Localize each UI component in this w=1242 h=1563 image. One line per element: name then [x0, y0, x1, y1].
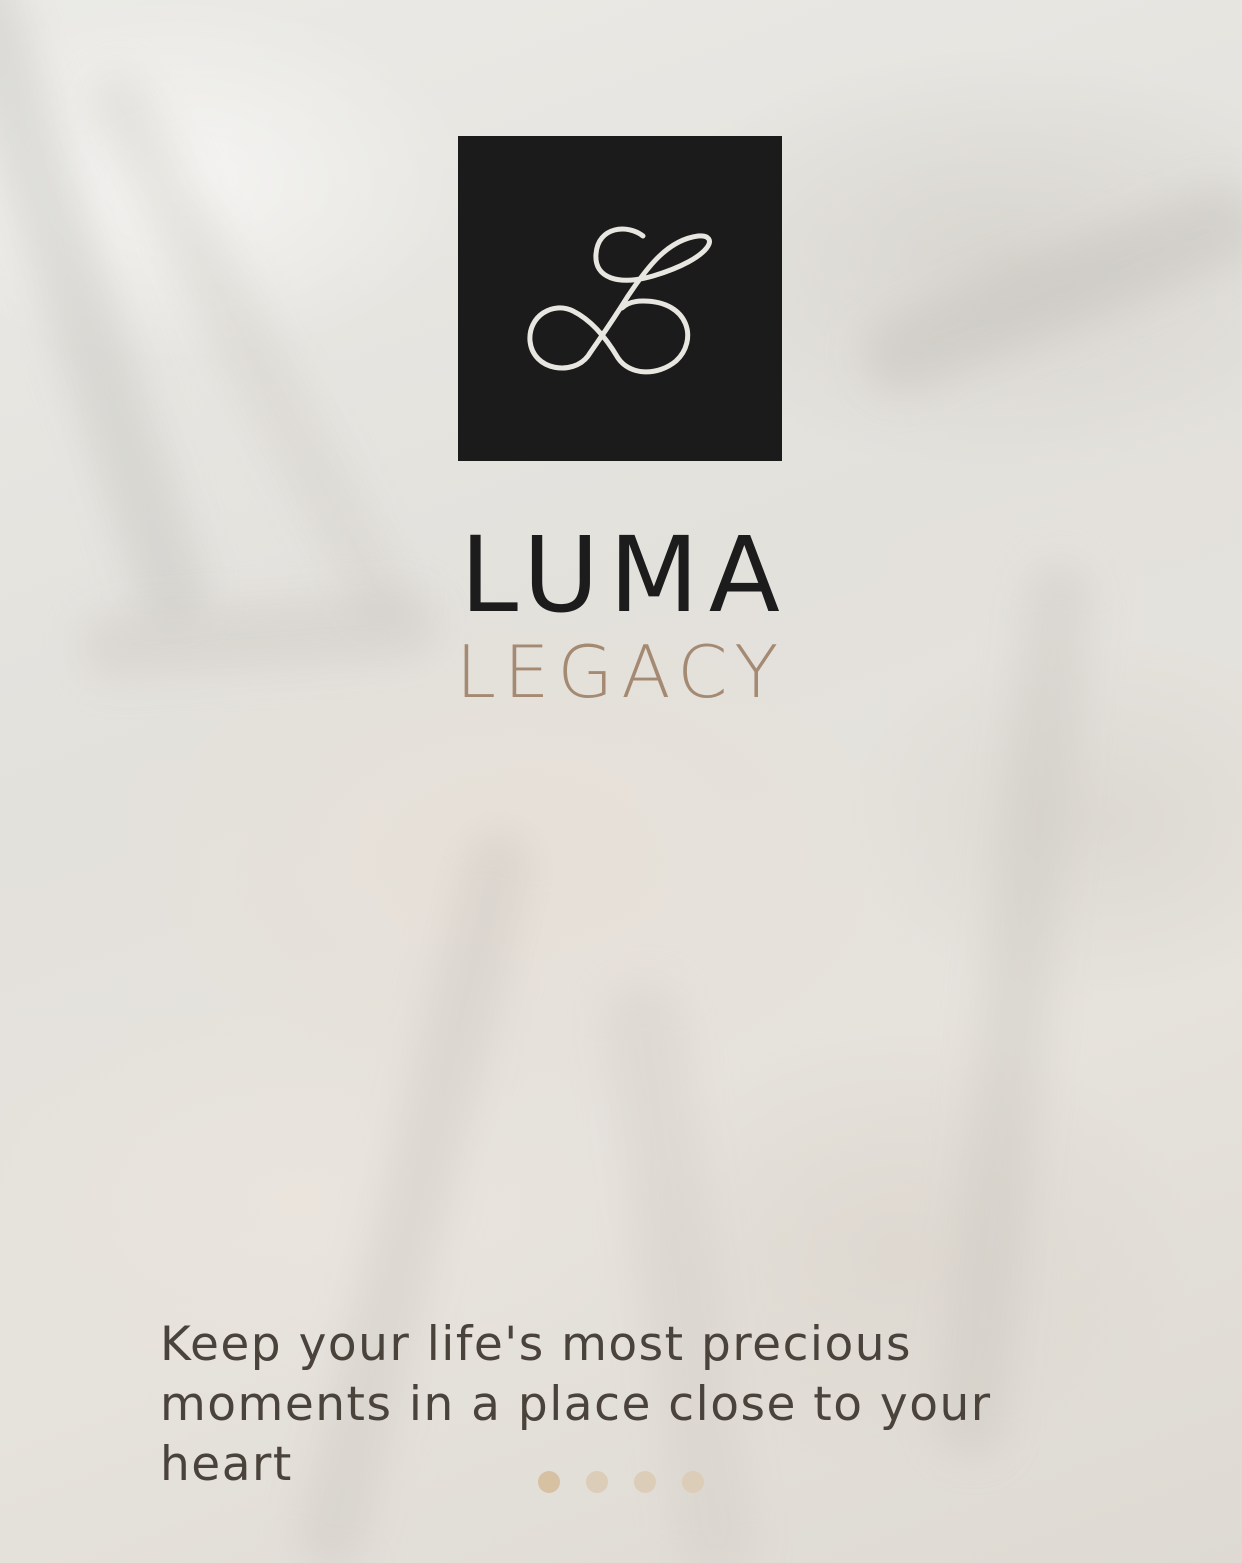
page-indicator	[538, 1471, 704, 1493]
infinity-letter-l-logo-icon	[527, 226, 712, 375]
app-logo	[458, 136, 782, 461]
brand-subtitle: LEGACY	[455, 630, 787, 714]
page-dot-4[interactable]	[682, 1471, 704, 1493]
brand-name: LUMA	[460, 514, 790, 636]
page-dot-2[interactable]	[586, 1471, 608, 1493]
page-dot-1[interactable]	[538, 1471, 560, 1493]
background-blur-shape	[850, 174, 1242, 406]
onboarding-tagline: Keep your life's most precious moments i…	[160, 1317, 992, 1492]
page-dot-3[interactable]	[634, 1471, 656, 1493]
